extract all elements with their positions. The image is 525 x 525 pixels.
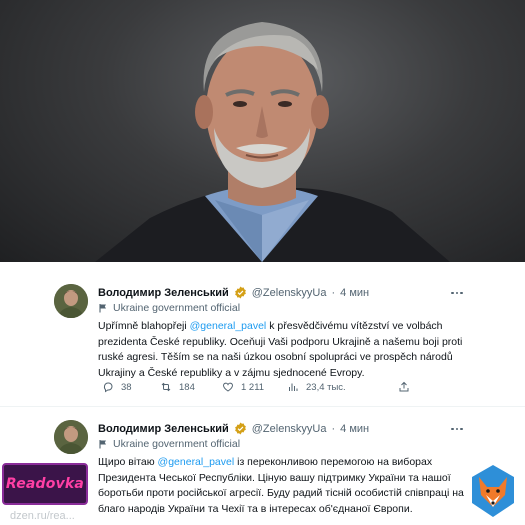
- tweet-text: Upřímně blahopřeji @general_pavel k přes…: [98, 319, 477, 381]
- more-dots-icon[interactable]: [451, 290, 465, 296]
- heart-icon: [223, 382, 233, 392]
- mention-link[interactable]: @general_pavel: [190, 320, 267, 332]
- author-handle[interactable]: @ZelenskyyUa: [252, 287, 327, 299]
- tweet-text: Щиро вітаю @general_pavel із переконливо…: [98, 455, 477, 517]
- retweet-count: 184: [179, 381, 195, 393]
- author-handle[interactable]: @ZelenskyyUa: [252, 423, 327, 435]
- tweet-timestamp[interactable]: 4 мин: [340, 423, 369, 435]
- affiliation-label: Ukraine government official: [98, 438, 240, 450]
- brand-watermark-badge: Readovka: [2, 463, 88, 505]
- brand-watermark-text: Readovka: [5, 476, 85, 492]
- like-button[interactable]: 1 211: [222, 381, 264, 393]
- tweet-timestamp[interactable]: 4 мин: [340, 287, 369, 299]
- affiliation-text: Ukraine government official: [113, 302, 241, 314]
- tweet-card[interactable]: Володимир Зеленський @ZelenskyyUa · 4 ми…: [0, 262, 525, 407]
- share-icon: [399, 381, 409, 392]
- affiliation-text: Ukraine government official: [113, 438, 241, 450]
- reply-count: 38: [121, 381, 132, 393]
- share-button[interactable]: [398, 381, 410, 393]
- retweet-icon: [161, 382, 171, 392]
- separator-dot: ·: [331, 422, 336, 435]
- portrait-image: [95, 22, 450, 262]
- separator-dot: ·: [331, 286, 336, 299]
- tweet-text-start: Щиро вітаю: [98, 456, 158, 468]
- author-name[interactable]: Володимир Зеленський: [98, 423, 229, 435]
- avatar-image: [54, 420, 88, 454]
- affiliation-label: Ukraine government official: [98, 302, 240, 314]
- tweet-header: Володимир Зеленський @ZelenskyyUa · 4 ми…: [98, 286, 465, 299]
- reply-button[interactable]: 38: [102, 381, 132, 393]
- avatar-image: [54, 284, 88, 318]
- mention-link[interactable]: @general_pavel: [158, 456, 235, 468]
- view-count: 23,4 тыс.: [306, 381, 346, 393]
- portrait-photo: [0, 0, 525, 262]
- more-dots-icon[interactable]: [451, 426, 465, 432]
- views-button[interactable]: 23,4 тыс.: [287, 381, 346, 393]
- author-name[interactable]: Володимир Зеленський: [98, 287, 229, 299]
- verified-badge-icon: [234, 286, 247, 299]
- tweet-text-start: Upřímně blahopřeji: [98, 320, 190, 332]
- views-chart-icon: [289, 383, 298, 391]
- avatar[interactable]: [54, 420, 88, 454]
- flag-icon: [99, 440, 106, 449]
- avatar[interactable]: [54, 284, 88, 318]
- tweet-header: Володимир Зеленський @ZelenskyyUa · 4 ми…: [98, 422, 465, 435]
- verified-badge-icon: [234, 422, 247, 435]
- flag-icon: [99, 304, 106, 313]
- reply-icon: [103, 382, 113, 393]
- retweet-button[interactable]: 184: [160, 381, 195, 393]
- fox-logo-icon: [472, 465, 514, 517]
- like-count: 1 211: [241, 381, 265, 393]
- url-watermark: dzen.ru/rea...: [10, 510, 75, 522]
